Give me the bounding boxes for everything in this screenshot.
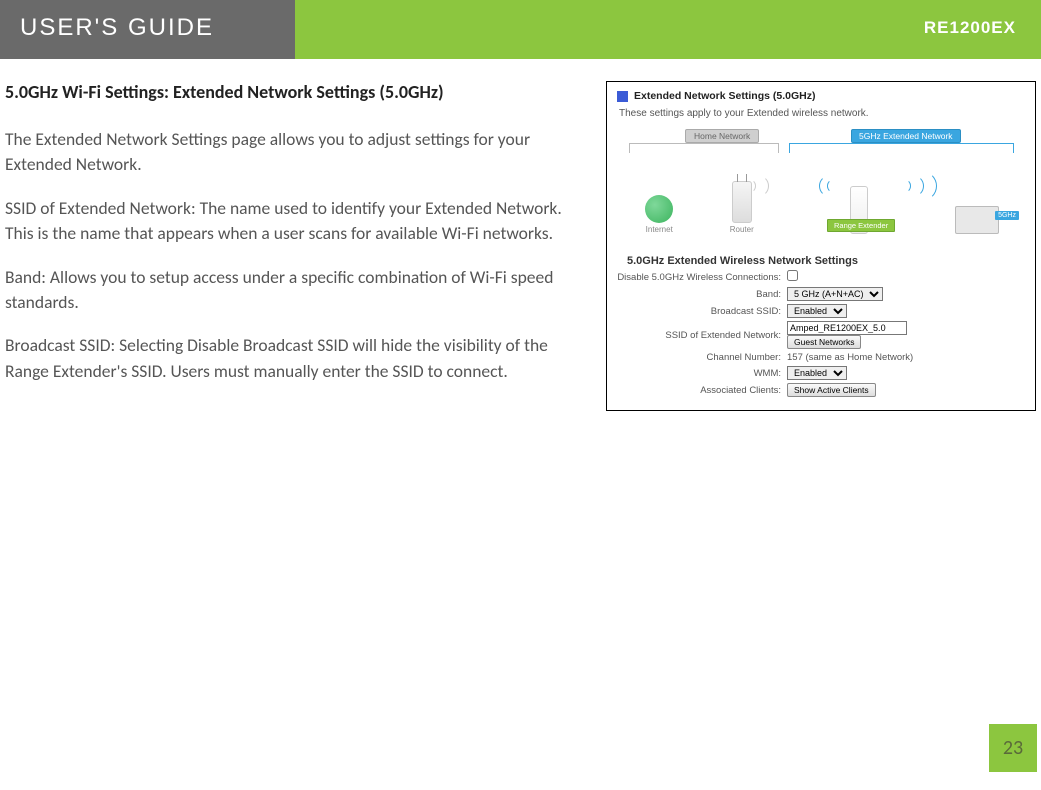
paragraph-ssid: SSID of Extended Network: The name used … [5,196,588,247]
laptop-icon [955,206,999,234]
title-square-icon [617,91,628,102]
internet-icon: Internet [645,195,673,234]
row-disable: Disable 5.0GHz Wireless Connections: [617,270,1027,284]
form-section-title: 5.0GHz Extended Wireless Network Setting… [627,255,1027,267]
paragraph-band: Band: Allows you to setup access under a… [5,265,588,316]
paragraph-broadcast: Broadcast SSID: Selecting Disable Broadc… [5,333,588,384]
page-number: 23 [989,724,1037,772]
wmm-select[interactable]: Enabled [787,366,847,380]
label-disable: Disable 5.0GHz Wireless Connections: [617,272,787,283]
network-diagram: Home Network 5GHz Extended Network Inter… [617,129,1027,249]
channel-value: 157 (same as Home Network) [787,352,913,363]
label-ssid: SSID of Extended Network: [617,330,787,341]
home-bracket [629,143,779,153]
band-tag: 5GHz [995,211,1019,220]
ext-bracket [789,143,1014,153]
row-channel: Channel Number: 157 (same as Home Networ… [617,352,1027,363]
router-label: Router [730,225,754,234]
screenshot-subtitle: These settings apply to your Extended wi… [619,108,1027,119]
label-band: Band: [617,289,787,300]
row-band: Band: 5 GHz (A+N+AC) [617,287,1027,301]
range-extender-label: Range Extender [827,219,895,232]
label-channel: Channel Number: [617,352,787,363]
disable-checkbox[interactable] [787,270,798,281]
show-clients-button[interactable]: Show Active Clients [787,383,876,397]
section-title: 5.0GHz Wi-Fi Settings: Extended Network … [5,81,588,103]
content-area: 5.0GHz Wi-Fi Settings: Extended Network … [0,59,1041,411]
config-screenshot: Extended Network Settings (5.0GHz) These… [606,81,1036,411]
globe-icon [645,195,673,223]
header-model: RE1200EX [295,0,1041,59]
label-wmm: WMM: [617,368,787,379]
router-icon: Router [730,181,754,234]
guest-networks-button[interactable]: Guest Networks [787,335,861,349]
row-clients: Associated Clients: Show Active Clients [617,383,1027,397]
row-wmm: WMM: Enabled [617,366,1027,380]
page-header: USER'S GUIDE RE1200EX [0,0,1041,59]
ssid-input[interactable] [787,321,907,335]
band-select[interactable]: 5 GHz (A+N+AC) [787,287,883,301]
paragraph-intro: The Extended Network Settings page allow… [5,127,588,178]
row-ssid: SSID of Extended Network: Guest Networks [617,321,1027,349]
broadcast-select[interactable]: Enabled [787,304,847,318]
screenshot-title: Extended Network Settings (5.0GHz) [634,90,815,102]
row-broadcast: Broadcast SSID: Enabled [617,304,1027,318]
internet-label: Internet [646,225,673,234]
laptop-shape-icon [955,206,999,234]
router-shape-icon [732,181,752,223]
header-title: USER'S GUIDE [0,0,295,59]
screenshot-title-row: Extended Network Settings (5.0GHz) [617,90,1027,102]
label-clients: Associated Clients: [617,385,787,396]
home-network-label: Home Network [685,129,759,143]
text-column: 5.0GHz Wi-Fi Settings: Extended Network … [5,81,588,411]
extended-network-label: 5GHz Extended Network [851,129,961,143]
label-broadcast: Broadcast SSID: [617,306,787,317]
